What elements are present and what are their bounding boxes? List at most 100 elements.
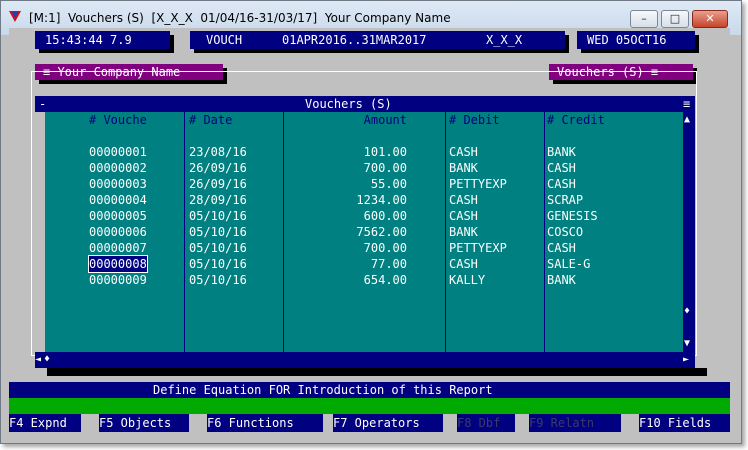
column-header[interactable]: Amount	[231, 112, 407, 128]
function-key-label: F8 Dbf	[457, 416, 501, 430]
table-cell: 00000002	[89, 161, 147, 175]
table-menu-icon[interactable]: -	[39, 96, 46, 112]
table-cell: COSCO	[547, 225, 584, 239]
function-key-label: F6 Functions	[207, 416, 294, 430]
period-text: 01APR2016..31MAR2017	[282, 33, 427, 47]
selected-cell: 00000008	[88, 255, 148, 273]
clock-display: 15:43:44 7.9	[35, 31, 170, 49]
table-title-bar[interactable]: - Vouchers (S) ≡	[35, 96, 695, 112]
scroll-left-icon[interactable]: ◄	[35, 352, 41, 368]
minimize-button[interactable]: –	[630, 10, 658, 28]
table-cell: PETTYEXP	[449, 241, 507, 255]
function-key-10[interactable]: F10 Fields	[639, 414, 730, 432]
function-key-label: F10 Fields	[639, 416, 712, 430]
column-divider	[184, 112, 185, 352]
table-cell: 1234.00	[356, 193, 407, 207]
table-cell: CASH	[449, 257, 478, 271]
table-cell: BANK	[449, 161, 478, 175]
table-cell: CASH	[547, 177, 576, 191]
function-key-4[interactable]: F4 Expnd	[9, 414, 81, 432]
table-cell: 700.00	[363, 241, 407, 255]
date-display: WED 05OCT16	[577, 31, 695, 49]
table-cell: GENESIS	[547, 209, 598, 223]
context-bar: VOUCH 01APR2016..31MAR2017 X_X_X	[190, 31, 565, 49]
table-cell: CASH	[449, 209, 478, 223]
app-logo-icon[interactable]	[9, 11, 21, 22]
column-divider	[544, 112, 545, 352]
table-cell: 600.00	[363, 209, 407, 223]
code-text: X_X_X	[486, 33, 523, 47]
hscroll-thumb-icon[interactable]: ♦	[44, 352, 50, 368]
table-body: # Vouche # Date Amount # Debit # Credit 0000…	[45, 112, 683, 352]
close-button[interactable]: ✕	[692, 10, 728, 28]
function-key-7[interactable]: F7 Operators	[333, 414, 443, 432]
column-divider	[283, 112, 284, 352]
table-row[interactable]: 00000006 05/10/16 7562.00 BANK COSCO	[45, 224, 683, 240]
horizontal-scrollbar[interactable]: ◄ ♦ ►	[35, 352, 695, 368]
table-cell: CASH	[449, 145, 478, 159]
table-shadow	[47, 368, 707, 376]
table-cell: BANK	[449, 225, 478, 239]
function-key-5[interactable]: F5 Objects	[99, 414, 189, 432]
scroll-up-icon[interactable]: ▲	[684, 112, 690, 128]
table-cell: CASH	[547, 241, 576, 255]
function-key-label: F9 Relatn	[529, 416, 595, 430]
table-corner-icon[interactable]: ≡	[683, 96, 690, 112]
table-cell: PETTYEXP	[449, 177, 507, 191]
column-divider	[445, 112, 446, 352]
column-header[interactable]: # Date	[189, 112, 232, 128]
scroll-thumb-icon[interactable]: ♦	[684, 304, 690, 320]
function-key-bar: F4 Expnd F5 Objects F6 Functions F7 Operato…	[9, 414, 730, 432]
vouchers-table: - Vouchers (S) ≡ # Vouche # Date Amount # D…	[35, 96, 695, 368]
message-bar: Define Equation FOR Introduction of this…	[9, 382, 730, 398]
scroll-down-icon[interactable]: ▼	[684, 336, 690, 352]
function-key-8[interactable]: F8 Dbf	[457, 414, 515, 432]
table-cell: 7562.00	[356, 225, 407, 239]
table-cell: CASH	[449, 193, 478, 207]
table-cell: BANK	[547, 273, 576, 287]
table-cell: 101.00	[363, 145, 407, 159]
table-cell: 00000001	[89, 145, 147, 159]
function-key-label: F4 Expnd	[9, 416, 67, 430]
window-title: [M:1] Vouchers (S) [X_X_X 01/04/16-31/03…	[29, 11, 451, 25]
table-cell: 55.00	[370, 177, 407, 191]
function-key-9[interactable]: F9 Relatn	[529, 414, 621, 432]
console-area: 15:43:44 7.9 VOUCH 01APR2016..31MAR2017 …	[9, 28, 730, 438]
table-row[interactable]: 00000001 23/08/16 101.00 CASH BANK	[45, 144, 683, 160]
table-row[interactable]: 00000009 05/10/16 654.00 KALLY BANK	[45, 272, 683, 288]
column-header[interactable]: # Vouche	[89, 112, 147, 128]
minimize-icon: –	[641, 12, 647, 25]
table-cell: 700.00	[363, 161, 407, 175]
table-row[interactable]: 00000004 28/09/16 1234.00 CASH SCRAP	[45, 192, 683, 208]
function-key-label: F7 Operators	[333, 416, 420, 430]
close-icon: ✕	[705, 12, 715, 25]
vertical-scrollbar[interactable]: ▲ ♦ ▼	[683, 112, 695, 352]
table-cell: 00000006	[89, 225, 147, 239]
mode-text: VOUCH	[206, 33, 243, 47]
table-row[interactable]: 00000007 05/10/16 700.00 PETTYEXP CASH	[45, 240, 683, 256]
table-cell: 00000007	[89, 241, 147, 255]
table-title: Vouchers (S)	[305, 97, 392, 111]
clock-text: 15:43:44 7.9	[45, 33, 132, 47]
function-key-6[interactable]: F6 Functions	[207, 414, 323, 432]
column-header[interactable]: # Debit	[449, 112, 500, 128]
table-row[interactable]: 00000005 05/10/16 600.00 CASH GENESIS	[45, 208, 683, 224]
date-text: WED 05OCT16	[587, 33, 667, 47]
input-line[interactable]	[9, 398, 730, 414]
table-cell: 00000005	[89, 209, 147, 223]
function-key-label: F5 Objects	[99, 416, 172, 430]
maximize-button[interactable]: □	[661, 10, 689, 28]
table-cell: 00000004	[89, 193, 147, 207]
table-cell: SALE-G	[547, 257, 591, 271]
table-cell: 77.00	[370, 257, 407, 271]
table-cell: 00000003	[89, 177, 147, 191]
table-row[interactable]: 00000008 05/10/16 77.00 CASH SALE-G	[45, 255, 683, 273]
table-row[interactable]: 00000003 26/09/16 55.00 PETTYEXP CASH	[45, 176, 683, 192]
maximize-icon: □	[669, 12, 681, 25]
scroll-right-icon[interactable]: ►	[683, 352, 689, 368]
column-header[interactable]: # Credit	[547, 112, 605, 128]
table-cell: 654.00	[363, 273, 407, 287]
table-cell: KALLY	[449, 273, 486, 287]
table-row[interactable]: 00000002 26/09/16 700.00 BANK CASH	[45, 160, 683, 176]
table-cell: 00000009	[89, 273, 147, 287]
